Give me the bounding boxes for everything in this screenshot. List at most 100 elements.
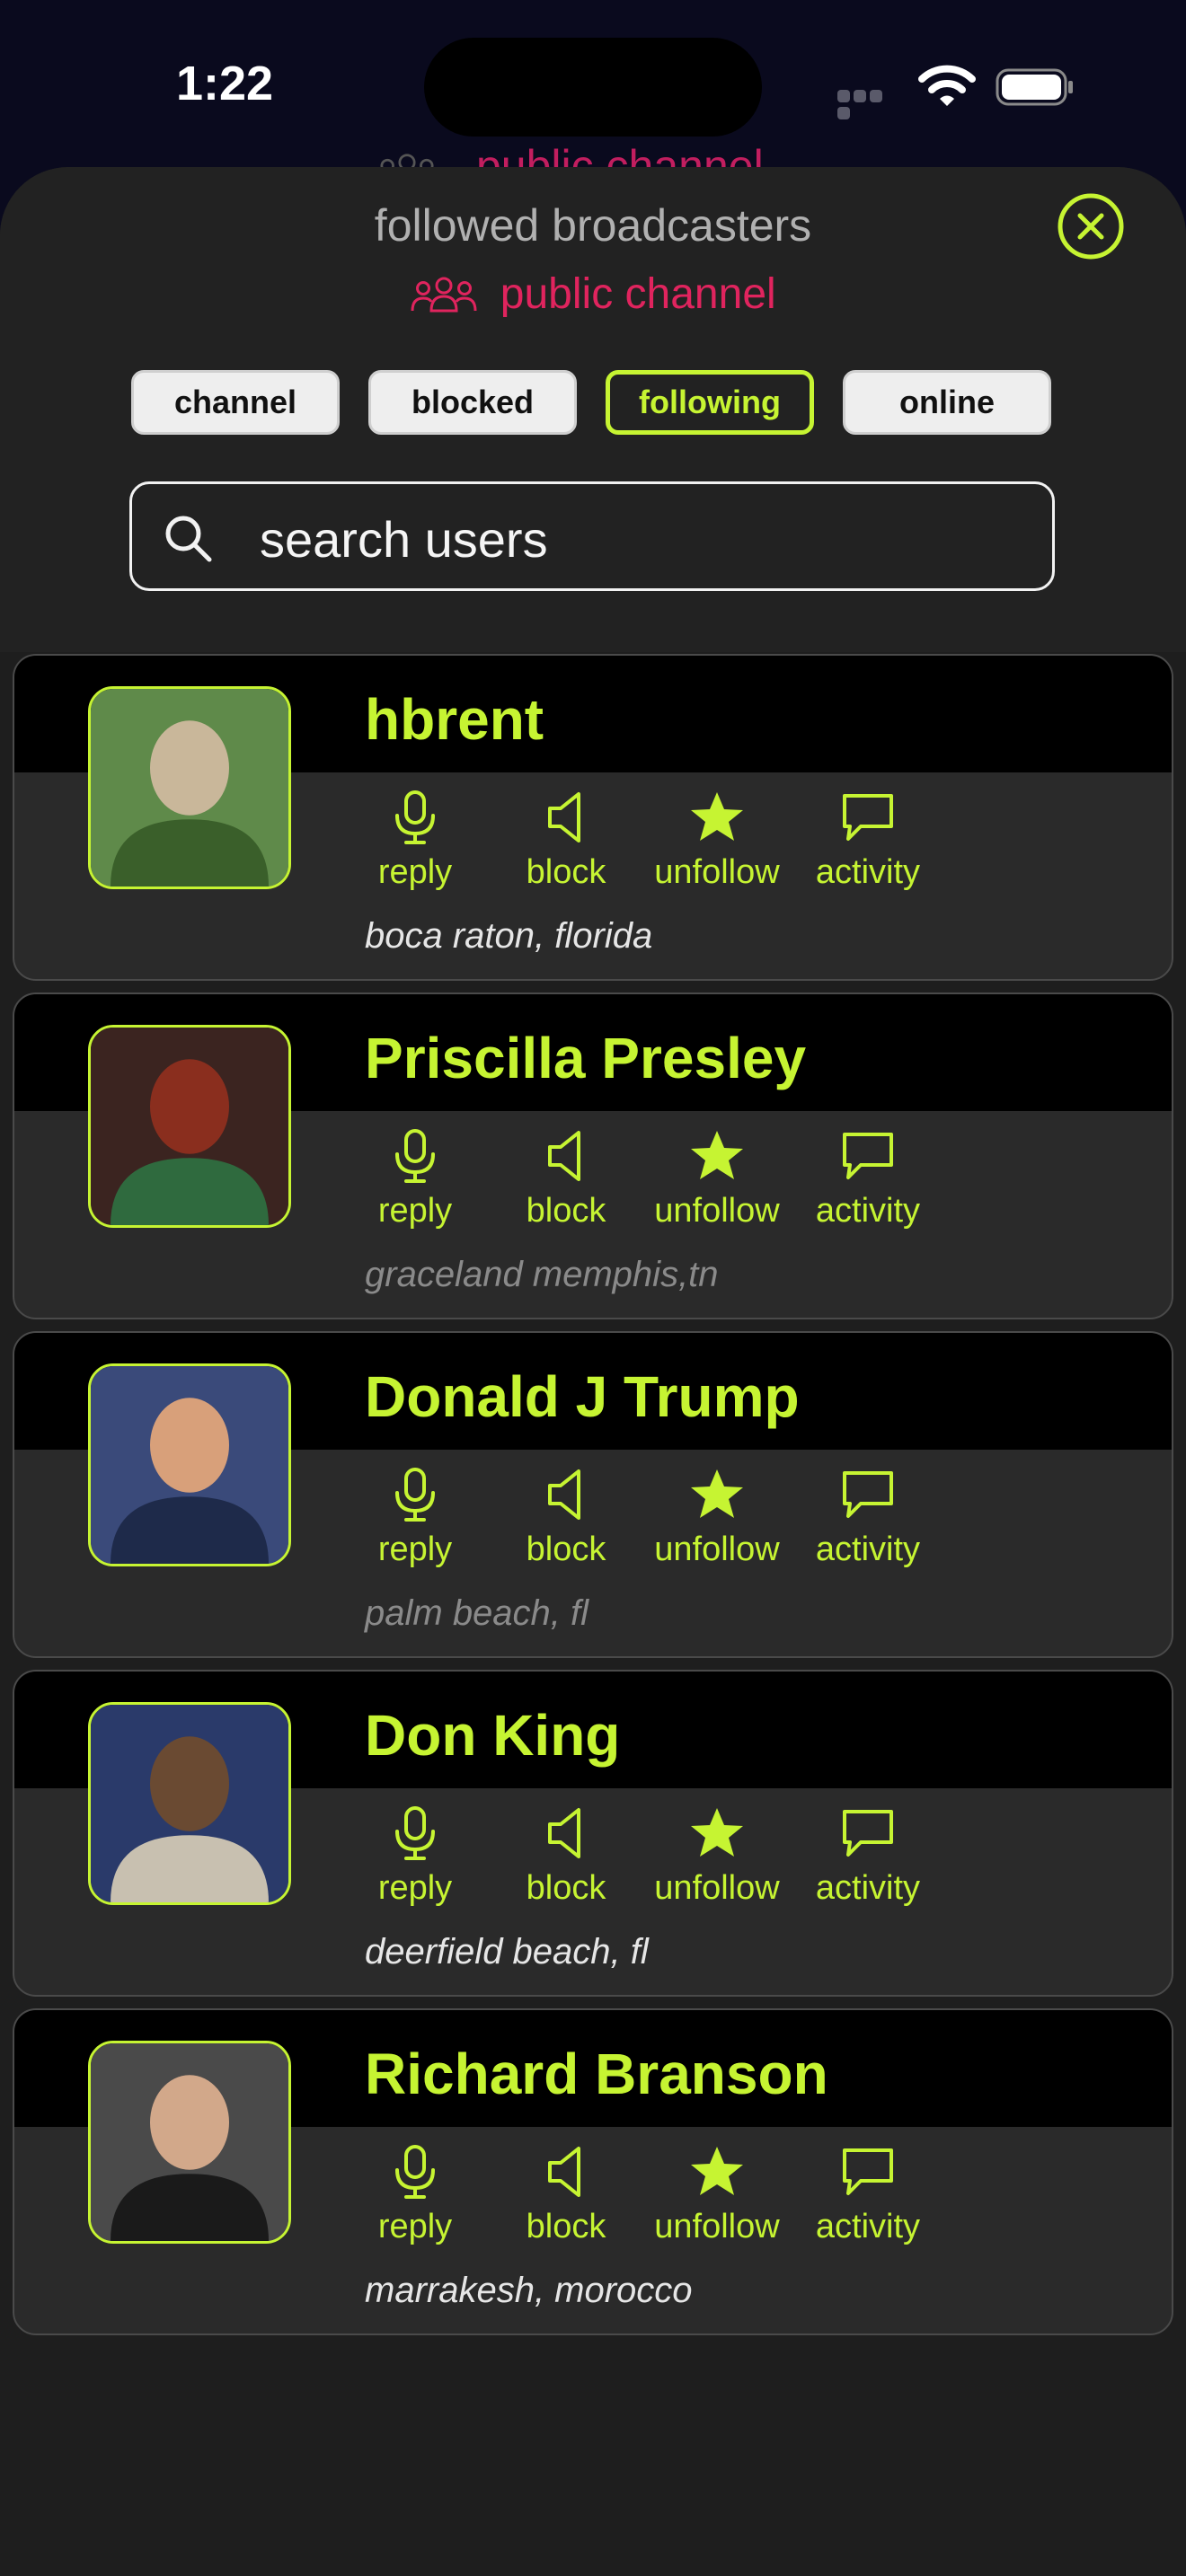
- avatar[interactable]: [88, 2041, 291, 2244]
- activity-button[interactable]: activity: [787, 2143, 949, 2251]
- activity-label: activity: [815, 1192, 921, 1230]
- unfollow-label: unfollow: [654, 1192, 780, 1230]
- speaker-icon: [537, 1466, 595, 1523]
- unfollow-button[interactable]: unfollow: [636, 1127, 798, 1235]
- reply-label: reply: [377, 1869, 453, 1907]
- reply-label: reply: [377, 1531, 453, 1568]
- sheet-title: followed broadcasters: [374, 200, 812, 251]
- block-label: block: [526, 2208, 606, 2245]
- avatar-photo: [91, 2043, 288, 2241]
- activity-button[interactable]: activity: [787, 1466, 949, 1574]
- avatar[interactable]: [88, 686, 291, 889]
- channel-name: public channel: [500, 270, 776, 318]
- block-label: block: [526, 1869, 606, 1907]
- microphone-icon: [386, 1804, 444, 1862]
- block-button[interactable]: block: [485, 789, 647, 896]
- activity-label: activity: [815, 853, 921, 891]
- signal-dots-icon: [837, 90, 900, 119]
- user-card[interactable]: hbrent reply block unfollow activity boc…: [13, 654, 1173, 981]
- block-button[interactable]: block: [485, 2143, 647, 2251]
- user-card[interactable]: Donald J Trump reply block unfollow acti…: [13, 1331, 1173, 1658]
- speech-bubble-icon: [839, 1127, 897, 1185]
- avatar[interactable]: [88, 1363, 291, 1566]
- user-card[interactable]: Don King reply block unfollow activity d…: [13, 1670, 1173, 1997]
- reply-button[interactable]: reply: [334, 1127, 496, 1235]
- star-icon: [688, 1466, 746, 1523]
- activity-button[interactable]: activity: [787, 1804, 949, 1912]
- avatar-photo: [91, 1028, 288, 1225]
- status-bar: 1:22 public channel: [0, 0, 1186, 176]
- user-location: boca raton, florida: [365, 916, 653, 956]
- block-label: block: [526, 1531, 606, 1568]
- star-icon: [688, 1127, 746, 1185]
- block-label: block: [526, 1192, 606, 1230]
- block-button[interactable]: block: [485, 1466, 647, 1574]
- sheet-header: followed broadcasters public channel cha…: [0, 167, 1186, 652]
- star-icon: [688, 2143, 746, 2201]
- filter-online-button[interactable]: online: [843, 370, 1051, 435]
- unfollow-label: unfollow: [654, 853, 780, 891]
- close-icon[interactable]: [1057, 192, 1125, 260]
- speech-bubble-icon: [839, 1804, 897, 1862]
- user-name: Priscilla Presley: [365, 1026, 807, 1090]
- block-label: block: [526, 853, 606, 891]
- speaker-icon: [537, 2143, 595, 2201]
- search-icon: [165, 516, 212, 562]
- wifi-icon: [918, 65, 976, 106]
- user-card[interactable]: Richard Branson reply block unfollow act…: [13, 2008, 1173, 2335]
- block-button[interactable]: block: [485, 1127, 647, 1235]
- activity-button[interactable]: activity: [787, 1127, 949, 1235]
- filter-blocked-button[interactable]: blocked: [368, 370, 577, 435]
- user-name: Donald J Trump: [365, 1364, 800, 1429]
- user-name: Richard Branson: [365, 2042, 828, 2106]
- user-card[interactable]: Priscilla Presley reply block unfollow a…: [13, 992, 1173, 1319]
- activity-label: activity: [815, 1531, 921, 1568]
- speaker-icon: [537, 789, 595, 846]
- star-icon: [688, 1804, 746, 1862]
- unfollow-button[interactable]: unfollow: [636, 1466, 798, 1574]
- unfollow-button[interactable]: unfollow: [636, 1804, 798, 1912]
- microphone-icon: [386, 2143, 444, 2201]
- unfollow-button[interactable]: unfollow: [636, 789, 798, 896]
- user-location: deerfield beach, fl: [365, 1932, 649, 1972]
- reply-button[interactable]: reply: [334, 2143, 496, 2251]
- dynamic-island: [424, 38, 762, 137]
- user-location: graceland memphis,tn: [365, 1255, 719, 1294]
- activity-button[interactable]: activity: [787, 789, 949, 896]
- reply-button[interactable]: reply: [334, 789, 496, 896]
- user-name: Don King: [365, 1703, 621, 1768]
- speech-bubble-icon: [839, 789, 897, 846]
- unfollow-label: unfollow: [654, 2208, 780, 2245]
- avatar[interactable]: [88, 1702, 291, 1905]
- activity-label: activity: [815, 2208, 921, 2245]
- search-input[interactable]: [258, 502, 1034, 576]
- user-location: marrakesh, morocco: [365, 2271, 693, 2310]
- star-icon: [688, 789, 746, 846]
- avatar-photo: [91, 1705, 288, 1902]
- microphone-icon: [386, 1466, 444, 1523]
- reply-button[interactable]: reply: [334, 1804, 496, 1912]
- activity-label: activity: [815, 1869, 921, 1907]
- avatar-photo: [91, 1366, 288, 1564]
- reply-button[interactable]: reply: [334, 1466, 496, 1574]
- avatar-photo: [91, 689, 288, 887]
- unfollow-label: unfollow: [654, 1531, 780, 1568]
- speech-bubble-icon: [839, 1466, 897, 1523]
- filter-channel-button[interactable]: channel: [131, 370, 340, 435]
- speaker-icon: [537, 1127, 595, 1185]
- battery-icon: [996, 68, 1073, 106]
- people-group-icon: [411, 277, 477, 312]
- speech-bubble-icon: [839, 2143, 897, 2201]
- reply-label: reply: [377, 853, 453, 891]
- microphone-icon: [386, 1127, 444, 1185]
- status-time: 1:22: [176, 57, 274, 110]
- unfollow-button[interactable]: unfollow: [636, 2143, 798, 2251]
- filter-following-button[interactable]: following: [606, 370, 814, 435]
- search-box[interactable]: [129, 481, 1055, 591]
- block-button[interactable]: block: [485, 1804, 647, 1912]
- unfollow-label: unfollow: [654, 1869, 780, 1907]
- speaker-icon: [537, 1804, 595, 1862]
- avatar[interactable]: [88, 1025, 291, 1228]
- user-name: hbrent: [365, 687, 544, 752]
- reply-label: reply: [377, 1192, 453, 1230]
